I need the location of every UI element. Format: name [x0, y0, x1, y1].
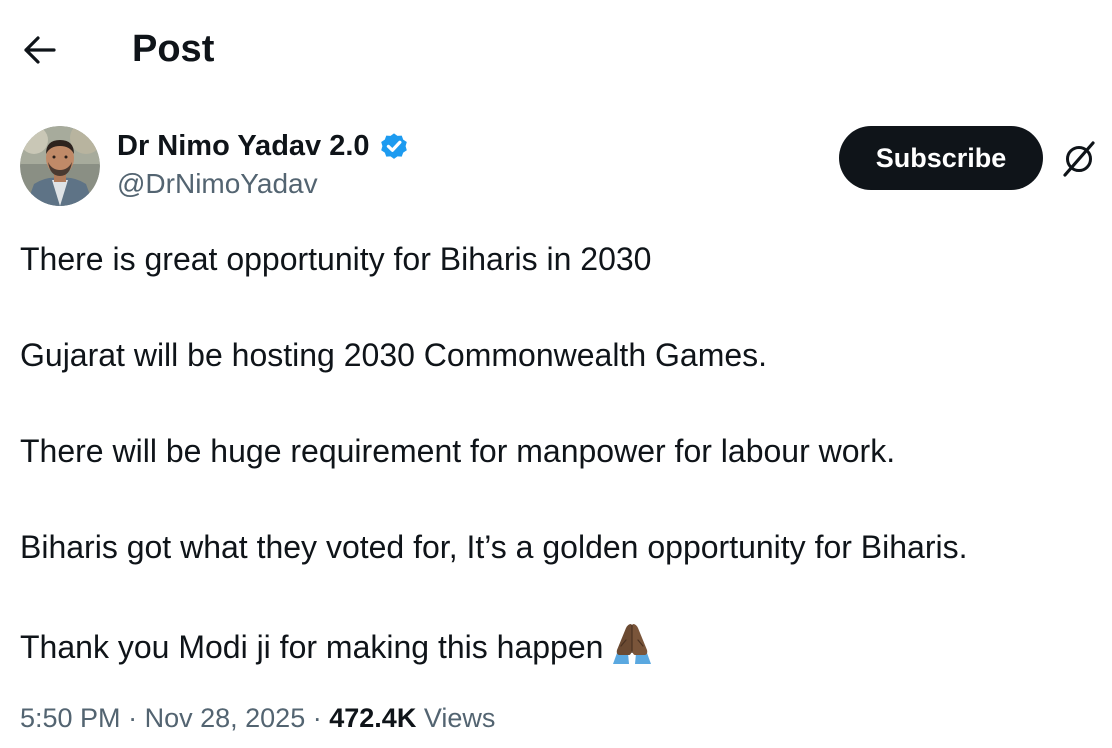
tweet-time-link[interactable]: 5:50 PM · Nov 28, 2025	[20, 703, 305, 733]
back-button[interactable]	[20, 30, 60, 70]
tweet-meta: 5:50 PM · Nov 28, 2025 · 472.4K Views	[20, 700, 495, 736]
meta-separator: ·	[312, 703, 322, 733]
page-title: Post	[132, 28, 215, 70]
grok-icon	[1063, 141, 1095, 177]
tweet-line-last: Thank you Modi ji for making this happen	[20, 620, 1090, 666]
subscribe-button[interactable]: Subscribe	[839, 126, 1043, 190]
tweet-line: Gujarat will be hosting 2030 Commonwealt…	[20, 337, 768, 373]
arrow-left-icon	[24, 36, 56, 64]
avatar[interactable]	[20, 126, 100, 206]
tweet-line: There will be huge requirement for manpo…	[20, 433, 896, 469]
verified-badge-icon	[378, 130, 410, 162]
tweet-date: Nov 28, 2025	[144, 703, 306, 733]
tweet-line-text: Thank you Modi ji for making this happen	[20, 629, 604, 665]
tweet-line: There is great opportunity for Biharis i…	[20, 241, 652, 277]
post-header: Post	[0, 0, 1112, 100]
author-name-row: Dr Nimo Yadav 2.0	[117, 126, 410, 166]
meta-separator: ·	[128, 703, 138, 733]
views-count: 472.4K	[329, 703, 417, 733]
author-handle[interactable]: @DrNimoYadav	[117, 166, 318, 202]
tweet-line: Biharis got what they voted for, It’s a …	[20, 529, 968, 565]
grok-button[interactable]	[1058, 138, 1100, 180]
avatar-image	[20, 126, 100, 206]
author-display-name[interactable]: Dr Nimo Yadav 2.0	[117, 127, 370, 165]
tweet-text: There is great opportunity for Biharis i…	[20, 236, 1090, 666]
views-label: Views	[423, 703, 496, 733]
tweet-time: 5:50 PM	[20, 703, 121, 733]
post-page: Post Dr Nimo Yadav 2.0 @DrNimoYadav Subs…	[0, 0, 1112, 748]
folded-hands-icon	[609, 620, 655, 664]
